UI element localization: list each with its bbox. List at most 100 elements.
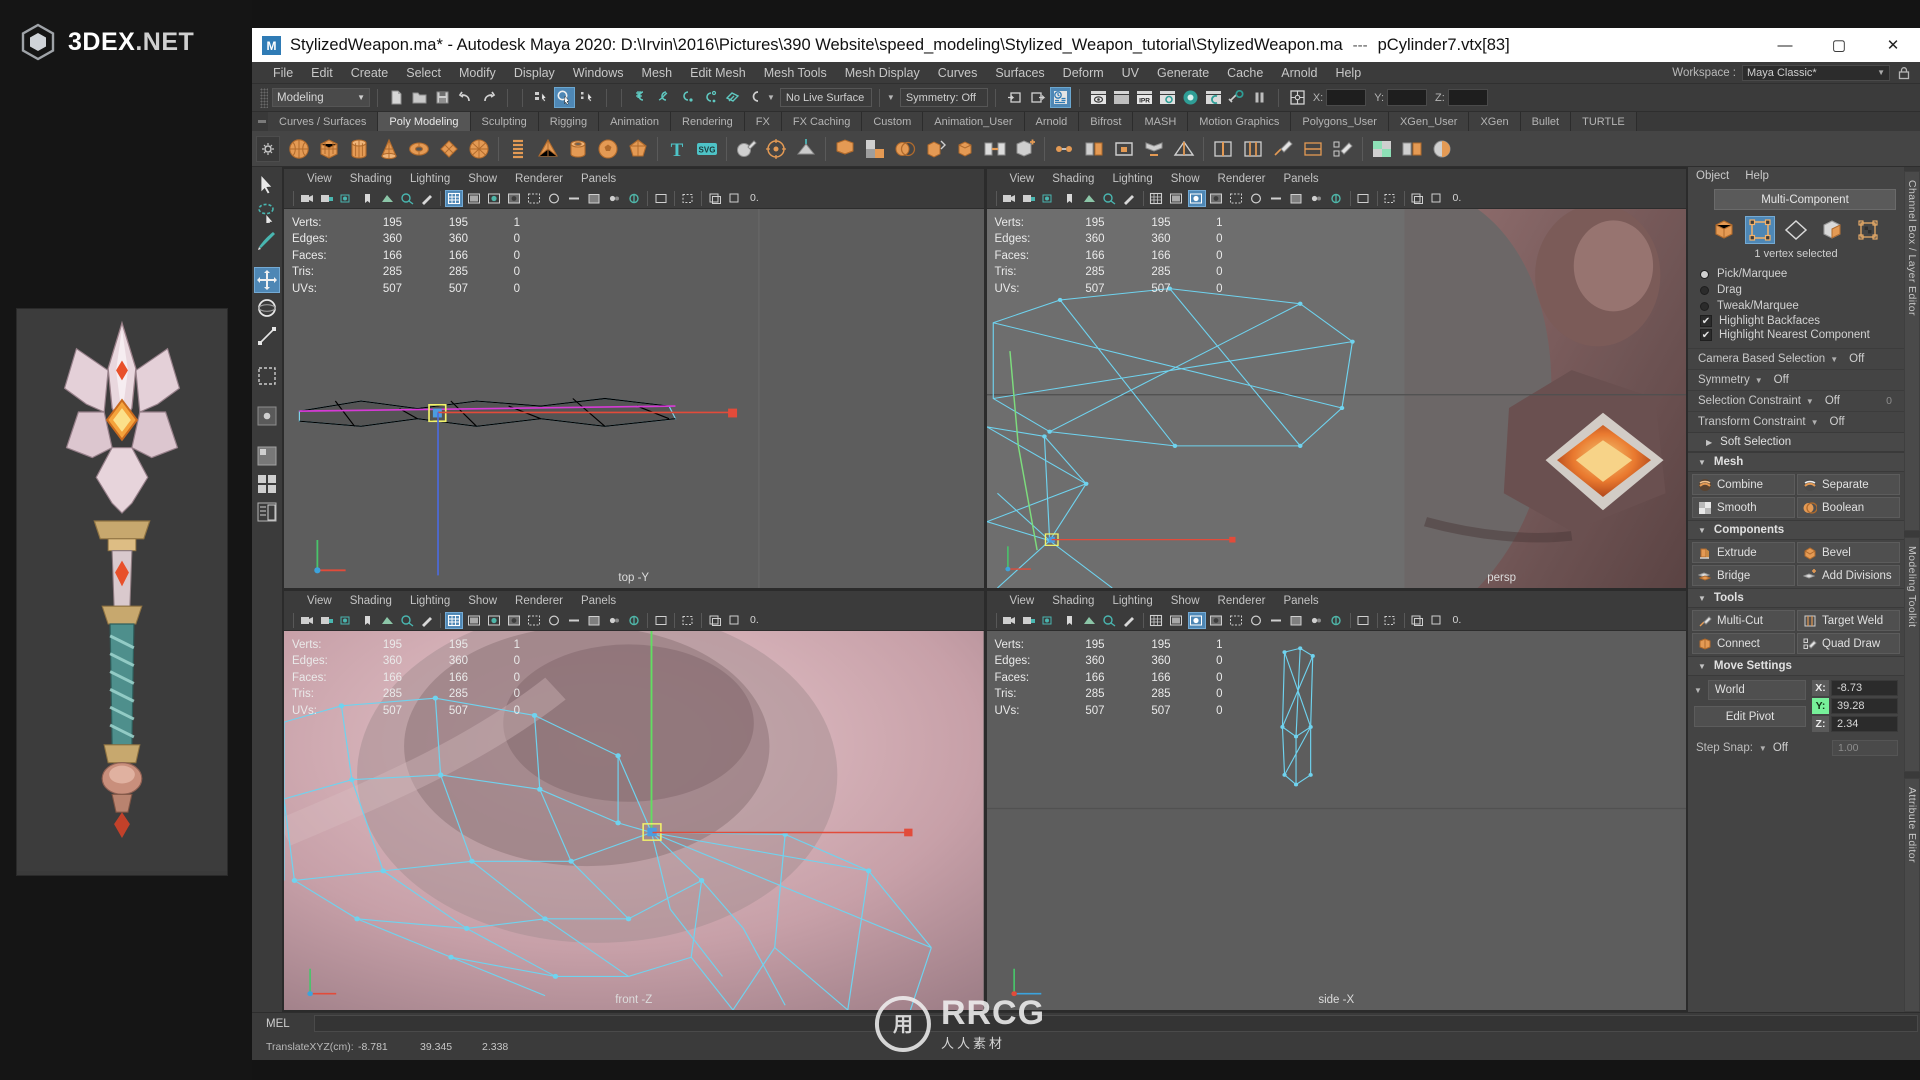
poly-plane-icon[interactable] xyxy=(435,135,463,163)
snap-to-point-icon[interactable] xyxy=(676,87,697,108)
input-connections-icon[interactable] xyxy=(1004,87,1025,108)
axis-z-value[interactable]: 2.34 xyxy=(1831,716,1898,732)
isolate-select-icon[interactable] xyxy=(1382,612,1400,629)
x-input[interactable] xyxy=(1326,89,1367,106)
motion-blur-icon[interactable] xyxy=(565,190,583,207)
vp-menu-renderer[interactable]: Renderer xyxy=(506,595,572,607)
edit-pivot-button[interactable]: Edit Pivot xyxy=(1694,706,1806,727)
panel-display-icon[interactable] xyxy=(1429,612,1447,629)
wireframe-shading-icon[interactable] xyxy=(445,611,463,629)
option-camera-based-selection[interactable]: Camera Based Selection ▼ Off xyxy=(1688,348,1904,369)
use-all-lights-icon[interactable] xyxy=(505,190,523,207)
smooth-shade-all-icon[interactable] xyxy=(1168,612,1186,629)
xray-icon[interactable] xyxy=(1355,612,1373,629)
select-object-icon[interactable] xyxy=(554,87,575,108)
object-mode-icon[interactable] xyxy=(1709,216,1739,244)
add-divisions-button[interactable]: Add Divisions xyxy=(1797,565,1900,586)
menu-arnold[interactable]: Arnold xyxy=(1272,62,1326,84)
hypershade-icon[interactable] xyxy=(1180,87,1201,108)
snap-to-curve-icon[interactable] xyxy=(653,87,674,108)
poly-transfer-attributes-icon[interactable] xyxy=(1398,135,1426,163)
poly-sphere-icon[interactable] xyxy=(285,135,313,163)
open-scene-icon[interactable] xyxy=(409,87,430,108)
symmetry-field[interactable]: Symmetry: Off xyxy=(899,88,988,107)
select-camera-icon[interactable] xyxy=(298,612,316,629)
xray-icon[interactable] xyxy=(652,612,670,629)
camera-attributes-icon[interactable] xyxy=(338,612,356,629)
select-camera-icon[interactable] xyxy=(1001,612,1019,629)
ipr-render-icon[interactable]: IPR xyxy=(1134,87,1155,108)
menu-windows[interactable]: Windows xyxy=(564,62,633,84)
live-surface-field[interactable]: No Live Surface xyxy=(779,88,872,107)
wireframe-shading-icon[interactable] xyxy=(1148,190,1166,207)
grease-pencil-icon[interactable] xyxy=(418,612,436,629)
chevron-down-icon[interactable]: ▼ xyxy=(1755,376,1763,385)
panel-display-icon[interactable] xyxy=(726,190,744,207)
depth-of-field-icon[interactable] xyxy=(1308,190,1326,207)
vp-menu-lighting[interactable]: Lighting xyxy=(1103,173,1161,185)
command-input[interactable] xyxy=(314,1015,1918,1032)
select-camera-icon[interactable] xyxy=(1001,190,1019,207)
vp-menu-renderer[interactable]: Renderer xyxy=(1209,173,1275,185)
screen-space-ao-icon[interactable] xyxy=(545,190,563,207)
bridge-button[interactable]: Bridge xyxy=(1692,565,1795,586)
menu-mesh-tools[interactable]: Mesh Tools xyxy=(755,62,836,84)
option-transform-constraint[interactable]: Transform Constraint ▼ Off xyxy=(1688,411,1904,432)
selection-mask-icon[interactable] xyxy=(1287,87,1308,108)
poly-offset-edge-loop-icon[interactable] xyxy=(1239,135,1267,163)
camera-attributes-icon[interactable] xyxy=(338,190,356,207)
two-d-pan-zoom-icon[interactable] xyxy=(398,612,416,629)
screen-space-ao-icon[interactable] xyxy=(1248,190,1266,207)
xray-icon[interactable] xyxy=(652,190,670,207)
shelf-tab-fx[interactable]: FX xyxy=(744,112,782,131)
target-weld-button[interactable]: Target Weld xyxy=(1797,610,1900,631)
uv-mode-icon[interactable] xyxy=(1853,216,1883,244)
bookmark-icon[interactable] xyxy=(358,612,376,629)
image-plane-icon[interactable] xyxy=(378,190,396,207)
menu-file[interactable]: File xyxy=(264,62,302,84)
viewport-front-canvas[interactable]: Verts: 195 195 1 Edges: 360 360 0 Faces: 166 166… xyxy=(284,631,984,1010)
shelf-tab-fx-caching[interactable]: FX Caching xyxy=(781,112,863,131)
multisample-aa-icon[interactable] xyxy=(585,190,603,207)
poly-append-icon[interactable] xyxy=(1011,135,1039,163)
shelf-tab-polygons-user[interactable]: Polygons_User xyxy=(1291,112,1389,131)
step-snap-number[interactable]: 1.00 xyxy=(1832,740,1898,756)
shelf-tab-arnold[interactable]: Arnold xyxy=(1024,112,1080,131)
grid-display-icon[interactable] xyxy=(1409,612,1427,629)
show-manipulator-icon[interactable] xyxy=(254,403,280,429)
menu-modify[interactable]: Modify xyxy=(450,62,505,84)
section-mesh[interactable]: ▼ Mesh xyxy=(1688,452,1904,472)
radio-tweak-marquee[interactable]: Tweak/Marquee xyxy=(1688,298,1904,314)
view-layout-four-icon[interactable] xyxy=(254,471,280,497)
chevron-down-icon[interactable]: ▼ xyxy=(1806,397,1814,406)
render-settings-icon[interactable] xyxy=(1157,87,1178,108)
bookmark-icon[interactable] xyxy=(1061,190,1079,207)
poly-merge-icon[interactable] xyxy=(1050,135,1078,163)
smooth-button[interactable]: Smooth xyxy=(1692,497,1795,518)
render-setup-icon[interactable] xyxy=(1203,87,1224,108)
construction-history-icon[interactable] xyxy=(1049,87,1071,108)
quad-draw-button[interactable]: Quad Draw xyxy=(1797,633,1900,654)
use-all-lights-icon[interactable] xyxy=(505,612,523,629)
radio-pick-marquee[interactable]: Pick/Marquee xyxy=(1688,266,1904,282)
bookmark-icon[interactable] xyxy=(358,190,376,207)
gamma-correct-icon[interactable] xyxy=(1328,612,1346,629)
motion-blur-icon[interactable] xyxy=(565,612,583,629)
viewport-persp-canvas[interactable]: Verts: 195 195 1 Edges: 360 360 0 Faces: 166 166… xyxy=(986,209,1686,588)
poly-connect-icon[interactable] xyxy=(1299,135,1327,163)
chevron-down-icon[interactable]: ▼ xyxy=(767,93,775,102)
close-button[interactable]: ✕ xyxy=(1866,28,1920,62)
poly-fill-hole-icon[interactable] xyxy=(1110,135,1138,163)
vp-menu-shading[interactable]: Shading xyxy=(1043,173,1103,185)
menu-deform[interactable]: Deform xyxy=(1054,62,1113,84)
isolate-select-icon[interactable] xyxy=(679,190,697,207)
section-components[interactable]: ▼ Components xyxy=(1688,520,1904,540)
gamma-correct-icon[interactable] xyxy=(625,612,643,629)
mel-label[interactable]: MEL xyxy=(252,1018,314,1030)
multi-component-button[interactable]: Multi-Component xyxy=(1714,189,1896,210)
toolkit-menu-help[interactable]: Help xyxy=(1745,170,1785,182)
section-soft-selection[interactable]: ▶ Soft Selection xyxy=(1688,432,1904,452)
text-icon[interactable]: T xyxy=(663,135,691,163)
shelf-tab-mash[interactable]: MASH xyxy=(1133,112,1189,131)
poly-bridge-icon[interactable] xyxy=(981,135,1009,163)
